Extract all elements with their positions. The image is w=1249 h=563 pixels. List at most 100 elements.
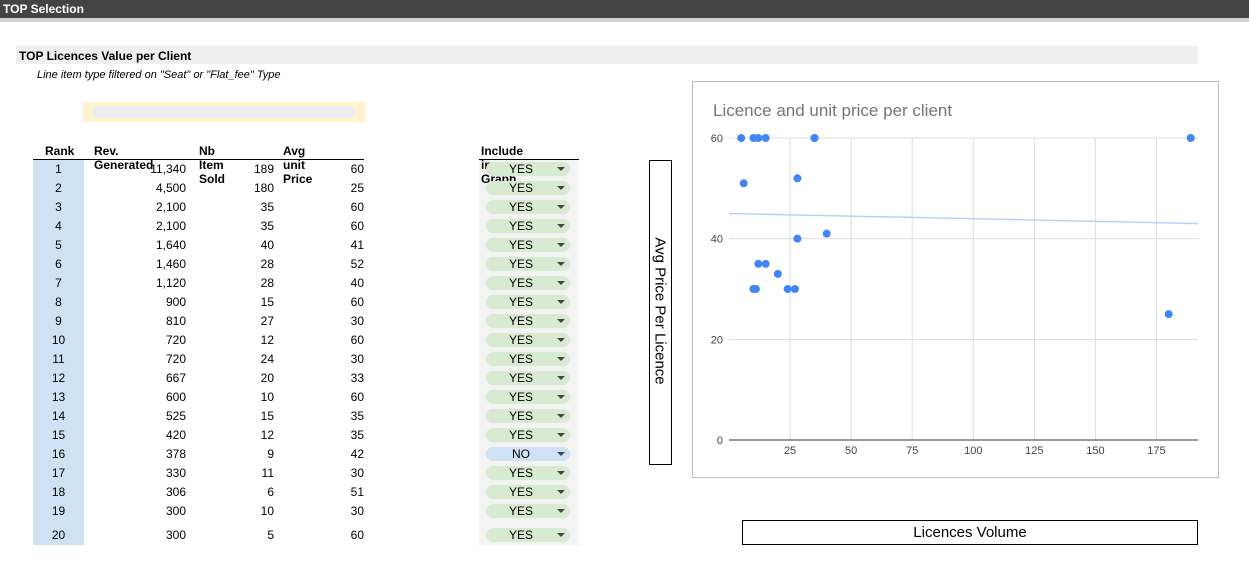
include-dropdown[interactable]: YES — [486, 162, 570, 176]
dropdown-arrow-icon[interactable] — [557, 471, 565, 475]
rev-generated-cell: 11,340 — [150, 162, 186, 176]
rank-cell: 7 — [55, 276, 62, 290]
x-tick-label: 125 — [1025, 445, 1043, 457]
nb-item-sold-cell: 11 — [261, 466, 274, 480]
x-tick-label: 25 — [784, 445, 796, 457]
dropdown-arrow-icon[interactable] — [557, 509, 565, 513]
avg-unit-price-cell: 60 — [350, 390, 364, 404]
x-tick-label: 175 — [1147, 445, 1165, 457]
include-dropdown[interactable]: YES — [486, 371, 570, 385]
include-dropdown[interactable]: YES — [486, 390, 570, 404]
include-value: YES — [508, 485, 533, 499]
include-dropdown[interactable]: YES — [486, 276, 570, 290]
include-dropdown[interactable]: YES — [486, 485, 570, 499]
section-header: TOP Licences Value per Client — [16, 46, 1198, 64]
include-value: YES — [508, 409, 533, 423]
include-dropdown[interactable]: YES — [486, 428, 570, 442]
avg-unit-price-cell: 60 — [350, 528, 364, 542]
dropdown-arrow-icon[interactable] — [557, 167, 565, 171]
include-dropdown[interactable]: NO — [486, 447, 570, 461]
include-value: YES — [508, 371, 533, 385]
include-dropdown[interactable]: YES — [486, 295, 570, 309]
rank-cell: 13 — [51, 390, 66, 404]
rank-cell: 10 — [51, 333, 66, 347]
avg-unit-price-cell: 35 — [350, 409, 364, 423]
rank-cell: 11 — [52, 352, 65, 366]
dropdown-arrow-icon[interactable] — [557, 205, 565, 209]
rank-cell: 19 — [51, 504, 66, 518]
dropdown-arrow-icon[interactable] — [557, 533, 565, 537]
nb-item-sold-cell: 35 — [260, 200, 274, 214]
dropdown-arrow-icon[interactable] — [557, 243, 565, 247]
top-bar: TOP Selection — [0, 0, 1249, 18]
chart-plot-area: 25 50 75 100 125 150 175 0 20 40 60 — [711, 133, 1199, 457]
dropdown-arrow-icon[interactable] — [557, 186, 565, 190]
nb-item-sold-cell: 189 — [253, 162, 274, 176]
dropdown-arrow-icon[interactable] — [557, 433, 565, 437]
avg-unit-price-cell: 42 — [350, 447, 364, 461]
filter-box[interactable] — [83, 102, 366, 122]
include-dropdown[interactable]: YES — [486, 314, 570, 328]
avg-unit-price-cell: 25 — [350, 181, 364, 195]
dropdown-arrow-icon[interactable] — [557, 281, 565, 285]
include-value: YES — [508, 181, 533, 195]
section-subtitle: Line item type filtered on "Seat" or "Fl… — [37, 69, 281, 81]
data-point — [793, 234, 802, 243]
dropdown-arrow-icon[interactable] — [557, 224, 565, 228]
header-rank: Rank — [45, 144, 75, 158]
include-value: YES — [508, 162, 533, 176]
include-value: YES — [508, 295, 533, 309]
section-title: TOP Licences Value per Client — [19, 49, 192, 63]
include-value: YES — [508, 219, 533, 233]
nb-item-sold-cell: 40 — [260, 238, 274, 252]
dropdown-arrow-icon[interactable] — [557, 376, 565, 380]
nb-item-sold-cell: 12 — [260, 428, 274, 442]
nb-item-sold-cell: 28 — [260, 257, 274, 271]
include-dropdown[interactable]: YES — [486, 466, 570, 480]
data-point — [783, 285, 792, 293]
filter-input[interactable] — [93, 106, 355, 118]
y-tick-label: 0 — [717, 435, 723, 447]
data-point — [1186, 134, 1195, 142]
rank-cell: 8 — [55, 295, 62, 309]
include-dropdown[interactable]: YES — [486, 504, 570, 518]
include-dropdown[interactable]: YES — [486, 200, 570, 214]
dropdown-arrow-icon[interactable] — [557, 300, 565, 304]
dropdown-arrow-icon[interactable] — [557, 395, 565, 399]
include-dropdown[interactable]: YES — [486, 352, 570, 366]
data-point — [761, 259, 770, 268]
rev-generated-cell: 330 — [165, 466, 186, 480]
scatter-chart[interactable]: Licence and unit price per client 25 50 75… — [692, 81, 1219, 478]
include-dropdown[interactable]: YES — [486, 528, 570, 542]
include-dropdown[interactable]: YES — [486, 238, 570, 252]
rev-generated-cell: 306 — [165, 485, 186, 499]
include-value: YES — [508, 466, 533, 480]
include-dropdown[interactable]: YES — [486, 219, 570, 233]
dropdown-arrow-icon[interactable] — [557, 338, 565, 342]
dropdown-arrow-icon[interactable] — [557, 262, 565, 266]
rank-cell: 14 — [51, 409, 66, 423]
avg-unit-price-cell: 51 — [350, 485, 364, 499]
dropdown-arrow-icon[interactable] — [557, 452, 565, 456]
trendline — [728, 212, 1199, 225]
avg-unit-price-cell: 60 — [350, 219, 364, 233]
include-dropdown[interactable]: YES — [486, 257, 570, 271]
rev-generated-cell: 1,460 — [155, 257, 186, 271]
include-dropdown[interactable]: YES — [486, 333, 570, 347]
nb-item-sold-cell: 27 — [260, 314, 274, 328]
dropdown-arrow-icon[interactable] — [557, 490, 565, 494]
dropdown-arrow-icon[interactable] — [557, 357, 565, 361]
rev-generated-cell: 667 — [165, 371, 186, 385]
rev-generated-cell: 810 — [165, 314, 186, 328]
nb-item-sold-cell: 180 — [253, 181, 274, 195]
include-dropdown[interactable]: YES — [486, 181, 570, 195]
data-point — [749, 285, 758, 293]
dropdown-arrow-icon[interactable] — [557, 319, 565, 323]
nb-item-sold-cell: 12 — [260, 333, 274, 347]
data-point — [790, 285, 799, 293]
dropdown-arrow-icon[interactable] — [557, 414, 565, 418]
top-bar-divider — [0, 18, 1249, 22]
avg-unit-price-cell: 52 — [350, 257, 364, 271]
include-dropdown[interactable]: YES — [486, 409, 570, 423]
avg-unit-price-cell: 40 — [350, 276, 364, 290]
